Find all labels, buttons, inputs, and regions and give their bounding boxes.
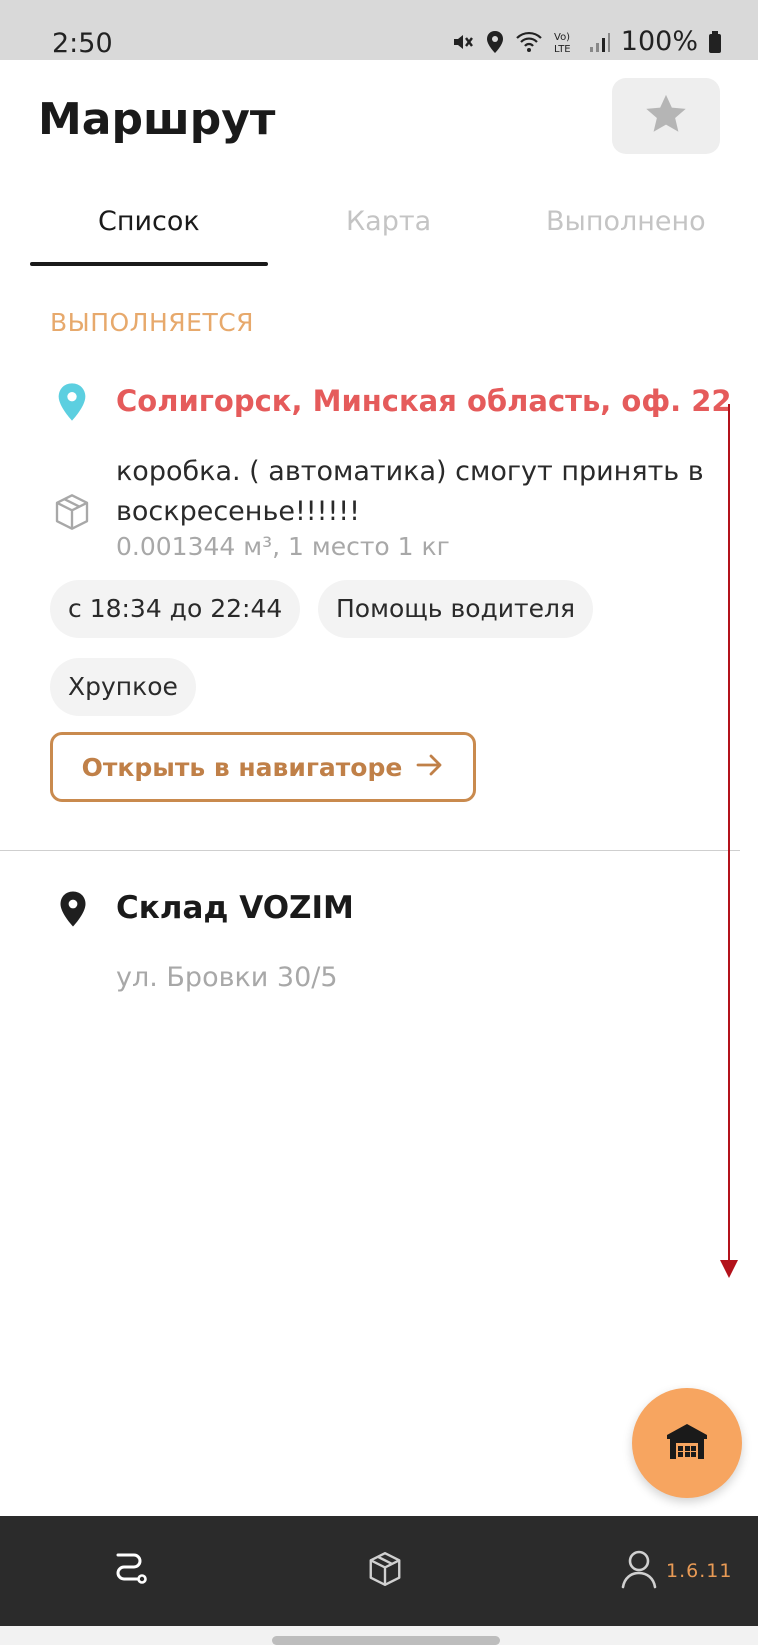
current-stop-address[interactable]: Солигорск, Минская область, оф. 22 [116,384,732,418]
warehouse-fab-button[interactable] [632,1388,742,1498]
parcel-icon [366,1550,404,1593]
tab-list[interactable]: Список [98,206,200,237]
battery-icon [708,30,722,54]
battery-percent: 100% [620,26,698,57]
box-icon [52,492,92,537]
time-window-chip: с 18:34 до 22:44 [50,580,301,638]
section-label-in-progress: ВЫПОЛНЯЕТСЯ [50,308,255,337]
route-icon [110,1549,150,1594]
warehouse-name[interactable]: Склад VOZIM [116,890,354,926]
scroll-down-arrow-icon [716,404,746,1289]
stop-divider [0,850,740,851]
tab-completed[interactable]: Выполнено [546,206,706,237]
nav-parcels-button[interactable] [366,1516,404,1626]
profile-icon [620,1549,658,1594]
arrow-right-icon [416,753,444,782]
status-bar: 2:50 Vo) LTE 100% [0,0,758,60]
tab-map[interactable]: Карта [346,206,431,237]
page-title: Маршрут [38,94,276,145]
mute-icon [451,30,475,54]
driver-help-chip: Помощь водителя [318,580,594,638]
star-icon [644,93,688,140]
status-time: 2:50 [52,28,113,59]
warehouse-icon [665,1421,709,1466]
app-version: 1.6.11 [666,1560,733,1582]
favorite-button[interactable] [612,78,720,154]
stop-comment: коробка. ( автоматика) смогут принять в … [116,452,716,532]
stop-comment-line-1: коробка. ( автоматика) смогут принять в [116,456,704,487]
svg-text:LTE: LTE [554,44,571,54]
wifi-icon [515,31,543,53]
signal-icon [589,31,611,53]
fragile-chip: Хрупкое [50,658,196,716]
status-icons: Vo) LTE 100% [451,26,722,57]
bottom-navigation: 1.6.11 [0,1516,758,1626]
nav-route-button[interactable] [110,1516,150,1626]
tab-bar: Список Карта Выполнено [30,200,730,268]
warehouse-address: ул. Бровки 30/5 [116,962,338,993]
open-in-navigator-label: Открыть в навигаторе [81,752,403,782]
nav-profile-button[interactable]: 1.6.11 [620,1516,732,1626]
active-tab-indicator [30,262,268,266]
cargo-details: 0.001344 м³, 1 место 1 кг [116,532,450,561]
home-gesture-handle[interactable] [272,1636,500,1645]
open-in-navigator-button[interactable]: Открыть в навигаторе [50,732,476,802]
location-icon [485,30,505,54]
svg-text:Vo): Vo) [554,32,570,43]
location-pin-icon [56,382,88,427]
stop-comment-line-2: воскресенье!!!!!! [116,496,360,527]
volte-icon: Vo) LTE [553,30,579,54]
location-pin-icon [58,890,88,933]
